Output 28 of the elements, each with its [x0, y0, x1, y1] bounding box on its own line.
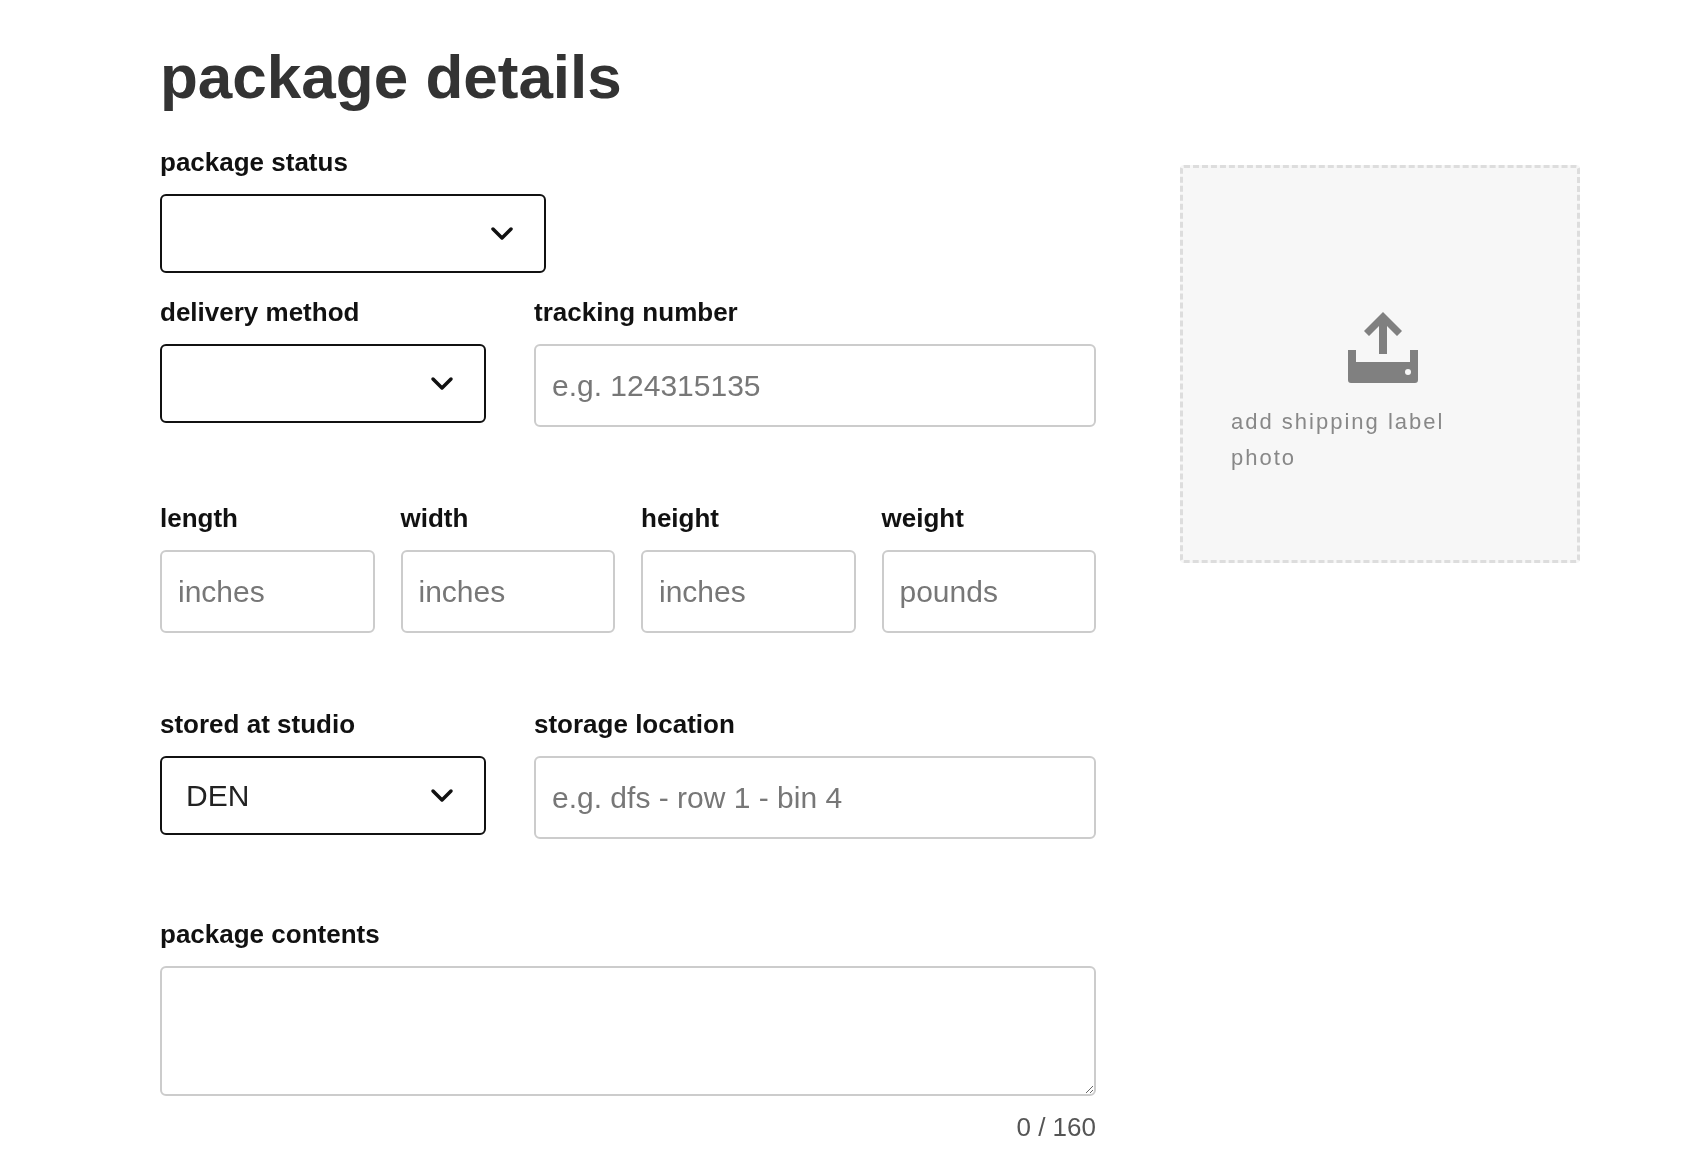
dropdown-select[interactable]: DEN	[160, 756, 486, 836]
field-label: stored at studio	[160, 708, 356, 741]
field-label: storage location	[534, 708, 736, 741]
text-input-field[interactable]: inches	[641, 550, 856, 634]
upload-icon	[1346, 310, 1420, 384]
dropdown-select[interactable]	[160, 194, 546, 274]
field-label: package status	[160, 146, 349, 179]
field-label: package contents	[160, 918, 381, 951]
field-label: tracking number	[534, 296, 739, 329]
field-label: weight	[881, 502, 965, 535]
text-input-field[interactable]: inches	[160, 550, 375, 634]
text-area-field[interactable]	[160, 966, 1096, 1097]
text-input-field[interactable]: inches	[400, 550, 615, 634]
selected-value: DEN	[186, 778, 250, 815]
chevron-down-icon	[430, 787, 454, 804]
text-input-field[interactable]: pounds	[881, 550, 1096, 634]
field-label: delivery method	[160, 296, 361, 329]
chevron-down-icon	[430, 375, 454, 392]
upload-label: add shipping label photo	[1231, 408, 1446, 472]
text-input-field[interactable]: e.g. dfs - row 1 - bin 4	[534, 756, 1096, 840]
page-title: package details	[160, 41, 623, 113]
field-label: width	[400, 502, 470, 535]
field-label: length	[160, 502, 239, 535]
field-label: height	[641, 502, 720, 535]
chevron-down-icon	[490, 225, 514, 242]
character-counter: 0 / 160	[1015, 1112, 1096, 1143]
dropdown-select[interactable]	[160, 344, 486, 424]
text-input-field[interactable]: e.g. 124315135	[534, 344, 1096, 428]
